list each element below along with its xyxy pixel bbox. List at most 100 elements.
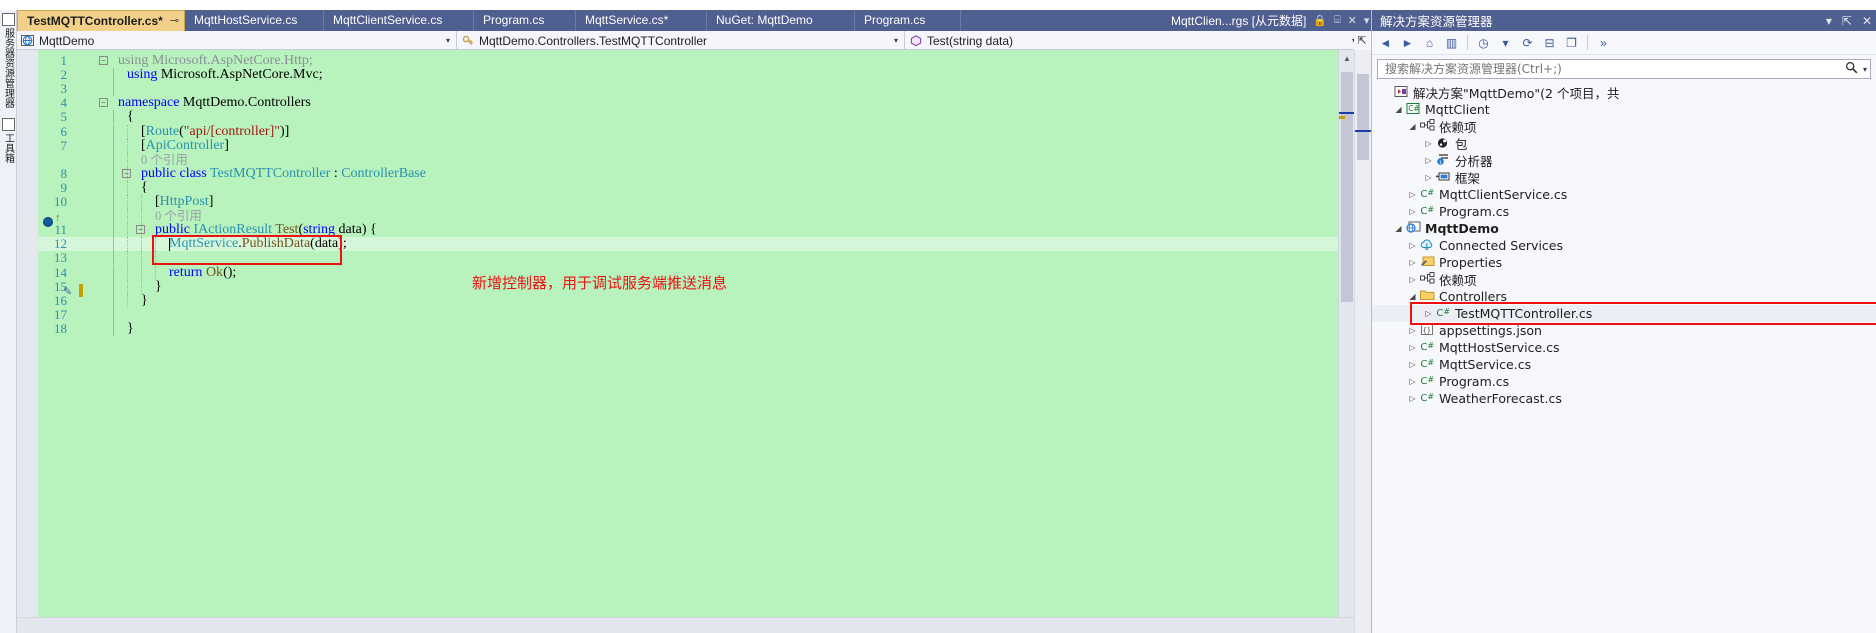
document-tab-4[interactable]: MqttService.cs* xyxy=(576,10,707,31)
tree-item[interactable]: 解决方案"MqttDemo"(2 个项目，共 xyxy=(1372,84,1876,101)
code-line[interactable]: 4 − namespace MqttDemo.Controllers xyxy=(38,96,1354,110)
navbar-type-dropdown[interactable]: MqttDemo.Controllers.TestMQTTController … xyxy=(457,31,905,50)
expander-icon[interactable]: ▷ xyxy=(1406,258,1419,267)
code-line[interactable]: 8− public class TestMQTTController : Cont… xyxy=(38,166,1354,181)
code-line[interactable]: 0 个引用 xyxy=(38,209,1354,224)
editor-outer-scrollbar[interactable] xyxy=(1354,50,1372,633)
expander-icon[interactable]: ◢ xyxy=(1406,122,1419,131)
search-icon[interactable] xyxy=(1845,61,1858,77)
filter-dropdown[interactable]: ▾ xyxy=(1496,33,1515,52)
tree-item[interactable]: ▷ 包 xyxy=(1372,135,1876,152)
code-line[interactable]: 13 xyxy=(38,251,1354,266)
close-icon[interactable]: ✕ xyxy=(1348,14,1357,27)
back-button[interactable]: ◄ xyxy=(1376,33,1395,52)
properties-button[interactable]: ❐ xyxy=(1562,33,1581,52)
document-tab-3[interactable]: Program.cs xyxy=(474,10,576,31)
code-line[interactable]: 3 xyxy=(38,82,1354,97)
expander-icon[interactable]: ▷ xyxy=(1406,394,1419,403)
expander-icon[interactable]: ▷ xyxy=(1406,190,1419,199)
code-line[interactable]: 7 [ApiController] xyxy=(38,138,1354,153)
tree-item[interactable]: ▷ 依赖项 xyxy=(1372,271,1876,288)
tree-item[interactable]: ▷ C# WeatherForecast.cs xyxy=(1372,390,1876,407)
expander-icon[interactable]: ▷ xyxy=(1422,309,1435,318)
chevron-down-icon[interactable]: ▾ xyxy=(1826,14,1832,28)
expander-icon[interactable]: ◢ xyxy=(1392,105,1405,114)
tree-item[interactable]: ▷ i 分析器 xyxy=(1372,152,1876,169)
expander-icon[interactable]: ▷ xyxy=(1406,326,1419,335)
editor-horizontal-scrollbar[interactable] xyxy=(17,617,1354,633)
solution-explorer-search[interactable]: ▾ xyxy=(1377,59,1871,79)
scrollbar-thumb[interactable] xyxy=(1357,74,1369,160)
sidebar-item-toolbox[interactable]: 工具箱 xyxy=(1,133,16,163)
bookmark-icon[interactable] xyxy=(43,217,53,227)
tree-item[interactable]: ▷ C# TestMQTTController.cs xyxy=(1372,305,1876,322)
tree-item[interactable]: ▷ {} appsettings.json xyxy=(1372,322,1876,339)
document-tab-2[interactable]: MqttClientService.cs xyxy=(324,10,474,31)
overflow-button[interactable]: » xyxy=(1594,33,1613,52)
restore-icon[interactable]: ⌸ xyxy=(1334,14,1341,27)
refresh-button[interactable]: ⟳ xyxy=(1518,33,1537,52)
pin-icon[interactable]: ⊸ xyxy=(170,11,179,32)
tree-item[interactable]: ◢ 依赖项 xyxy=(1372,118,1876,135)
code-line[interactable]: 2 using Microsoft.AspNetCore.Mvc; xyxy=(38,67,1354,83)
scroll-up-icon[interactable]: ▲ xyxy=(1339,50,1354,67)
chevron-down-icon[interactable]: ▾ xyxy=(442,36,456,45)
codelens-reference-count[interactable]: 0 个引用 xyxy=(155,209,202,223)
tree-item[interactable]: ◢ C# MqttClient xyxy=(1372,101,1876,118)
code-line[interactable]: 10 [HttpPost] xyxy=(38,194,1354,210)
code-line[interactable]: 17 xyxy=(38,307,1354,322)
tree-item[interactable]: ▷ C# MqttService.cs xyxy=(1372,356,1876,373)
expander-icon[interactable]: ◢ xyxy=(1406,292,1419,301)
code-line[interactable]: 1 − using Microsoft.AspNetCore.Http; xyxy=(38,53,1354,68)
tree-item[interactable]: ▷ Properties xyxy=(1372,254,1876,271)
pending-changes-filter-button[interactable]: ◷ xyxy=(1474,33,1493,52)
expander-icon[interactable]: ▷ xyxy=(1406,241,1419,250)
sidebar-item-server-explorer[interactable]: 服务器资源管理器 xyxy=(1,28,16,108)
editor-split-button[interactable]: ⇱ xyxy=(1354,31,1370,50)
pin-icon[interactable]: ⇱ xyxy=(1842,14,1852,28)
search-input[interactable] xyxy=(1383,61,1843,77)
tree-item[interactable]: ▷ Connected Services xyxy=(1372,237,1876,254)
chevron-down-icon[interactable]: ▾ xyxy=(1863,65,1867,74)
expander-icon[interactable]: ▷ xyxy=(1406,377,1419,386)
code-editor[interactable]: 1 − using Microsoft.AspNetCore.Http; 2 using… xyxy=(17,50,1354,633)
collapse-toggle[interactable]: − xyxy=(99,56,108,65)
tree-item[interactable]: ◢ MqttDemo xyxy=(1372,220,1876,237)
chevron-down-icon[interactable]: ▾ xyxy=(1364,14,1370,27)
expander-icon[interactable]: ▷ xyxy=(1422,156,1435,165)
home-button[interactable]: ⌂ xyxy=(1420,33,1439,52)
document-tab-5[interactable]: NuGet: MqttDemo xyxy=(707,10,855,31)
code-line[interactable]: 0 个引用 xyxy=(38,152,1354,167)
code-line[interactable]: 12 MqttService.PublishData(data); xyxy=(38,237,1354,252)
close-icon[interactable]: ✕ xyxy=(1862,14,1872,28)
tree-item[interactable]: ▷ C# MqttHostService.cs xyxy=(1372,339,1876,356)
tree-item[interactable]: ▷ 框架 xyxy=(1372,169,1876,186)
expander-icon[interactable]: ▷ xyxy=(1406,275,1419,284)
forward-button[interactable]: ► xyxy=(1398,33,1417,52)
navbar-project-dropdown[interactable]: MqttDemo ▾ xyxy=(17,31,457,50)
code-line[interactable]: 9{ xyxy=(38,180,1354,195)
document-tab-0[interactable]: TestMQTTController.cs*⊸✕ xyxy=(17,10,197,32)
tree-item[interactable]: ◢ Controllers xyxy=(1372,288,1876,305)
show-all-files-button[interactable]: ▥ xyxy=(1442,33,1461,52)
editor-code-area[interactable]: 1 − using Microsoft.AspNetCore.Http; 2 using… xyxy=(38,50,1354,633)
code-line[interactable]: 11− public IActionResult Test(string data… xyxy=(38,223,1354,238)
expander-icon[interactable]: ▷ xyxy=(1422,139,1435,148)
tree-item[interactable]: ▷ C# Program.cs xyxy=(1372,203,1876,220)
code-line[interactable]: 16} xyxy=(38,293,1354,308)
expander-icon[interactable]: ◢ xyxy=(1392,224,1405,233)
code-line[interactable]: 18} xyxy=(38,321,1354,336)
toolbox-icon[interactable] xyxy=(1,118,15,131)
chevron-down-icon[interactable]: ▾ xyxy=(890,36,904,45)
document-tab-6[interactable]: Program.cs xyxy=(855,10,961,31)
code-line[interactable]: 5{ xyxy=(38,110,1354,125)
document-tab-mqttclient-metadata[interactable]: MqttClien...rgs [从元数据] 🔒 ⌸ ✕ ▾ ⚙ xyxy=(1163,10,1391,31)
document-tab-1[interactable]: MqttHostService.cs xyxy=(185,10,324,31)
collapse-toggle[interactable]: − xyxy=(99,98,108,108)
code-line[interactable]: 6 [Route("api/[controller]")] xyxy=(38,124,1354,139)
editor-vertical-scrollbar[interactable]: ▲ ▼ xyxy=(1338,50,1354,633)
server-explorer-icon[interactable] xyxy=(1,13,15,26)
codelens-reference-count[interactable]: 0 个引用 xyxy=(141,153,188,167)
navbar-member-dropdown[interactable]: Test(string data) ▾ xyxy=(905,31,1363,50)
scrollbar-thumb[interactable] xyxy=(1341,72,1353,302)
